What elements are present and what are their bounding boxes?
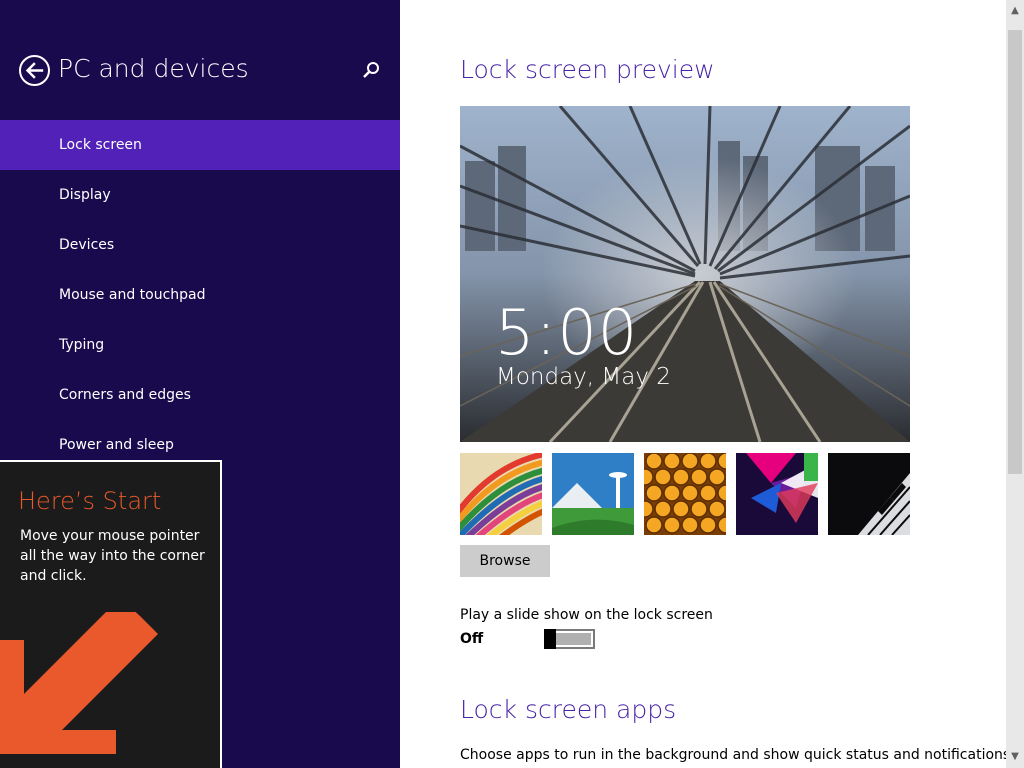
- content-area: Lock screen preview 5:00 Monday, May 2 B…: [400, 0, 1006, 768]
- back-button[interactable]: [19, 55, 50, 86]
- search-icon: [363, 62, 379, 78]
- thumbnail-honeycomb[interactable]: [644, 453, 726, 535]
- lock-screen-preview: 5:00 Monday, May 2: [460, 106, 910, 442]
- vertical-scrollbar[interactable]: ▲ ▼: [1006, 0, 1024, 768]
- slideshow-label: Play a slide show on the lock screen: [460, 607, 713, 623]
- search-button[interactable]: [361, 60, 381, 80]
- nav-list: Lock screen Display Devices Mouse and to…: [0, 120, 400, 470]
- slideshow-toggle[interactable]: [544, 629, 595, 649]
- slideshow-toggle-state: Off: [460, 631, 484, 647]
- nav-item-lock-screen[interactable]: Lock screen: [0, 120, 400, 170]
- thumbnail-mountain-city[interactable]: [552, 453, 634, 535]
- preview-date: Monday, May 2: [496, 364, 671, 390]
- nav-item-display[interactable]: Display: [0, 170, 400, 220]
- preview-time: 5:00: [495, 296, 639, 369]
- tunnel-background-image: [460, 106, 910, 442]
- start-tip[interactable]: Here’s Start Move your mouse pointer all…: [0, 460, 222, 768]
- lock-screen-apps-description: Choose apps to run in the background and…: [460, 747, 1006, 763]
- toggle-thumb[interactable]: [544, 629, 556, 649]
- thumbnail-colorful-stripes[interactable]: [460, 453, 542, 535]
- thumbnail-piano-keys[interactable]: [828, 453, 910, 535]
- tip-body: Move your mouse pointer all the way into…: [20, 528, 205, 584]
- down-left-arrow-icon: [0, 612, 158, 754]
- nav-item-mouse-and-touchpad[interactable]: Mouse and touchpad: [0, 270, 400, 320]
- background-thumbnails: [460, 453, 910, 535]
- nav-item-devices[interactable]: Devices: [0, 220, 400, 270]
- back-arrow-icon: [25, 62, 44, 79]
- lock-screen-apps-title: Lock screen apps: [460, 695, 677, 724]
- scroll-down-icon[interactable]: ▼: [1006, 746, 1024, 768]
- nav-item-corners-and-edges[interactable]: Corners and edges: [0, 370, 400, 420]
- thumbnail-geometric-shapes[interactable]: [736, 453, 818, 535]
- nav-item-typing[interactable]: Typing: [0, 320, 400, 370]
- tip-title: Here’s Start: [18, 487, 162, 515]
- lock-screen-preview-title: Lock screen preview: [460, 55, 715, 84]
- scroll-thumb[interactable]: [1008, 30, 1022, 474]
- pane-title: PC and devices: [58, 54, 249, 83]
- scroll-up-icon[interactable]: ▲: [1006, 0, 1024, 22]
- browse-button[interactable]: Browse: [460, 545, 550, 577]
